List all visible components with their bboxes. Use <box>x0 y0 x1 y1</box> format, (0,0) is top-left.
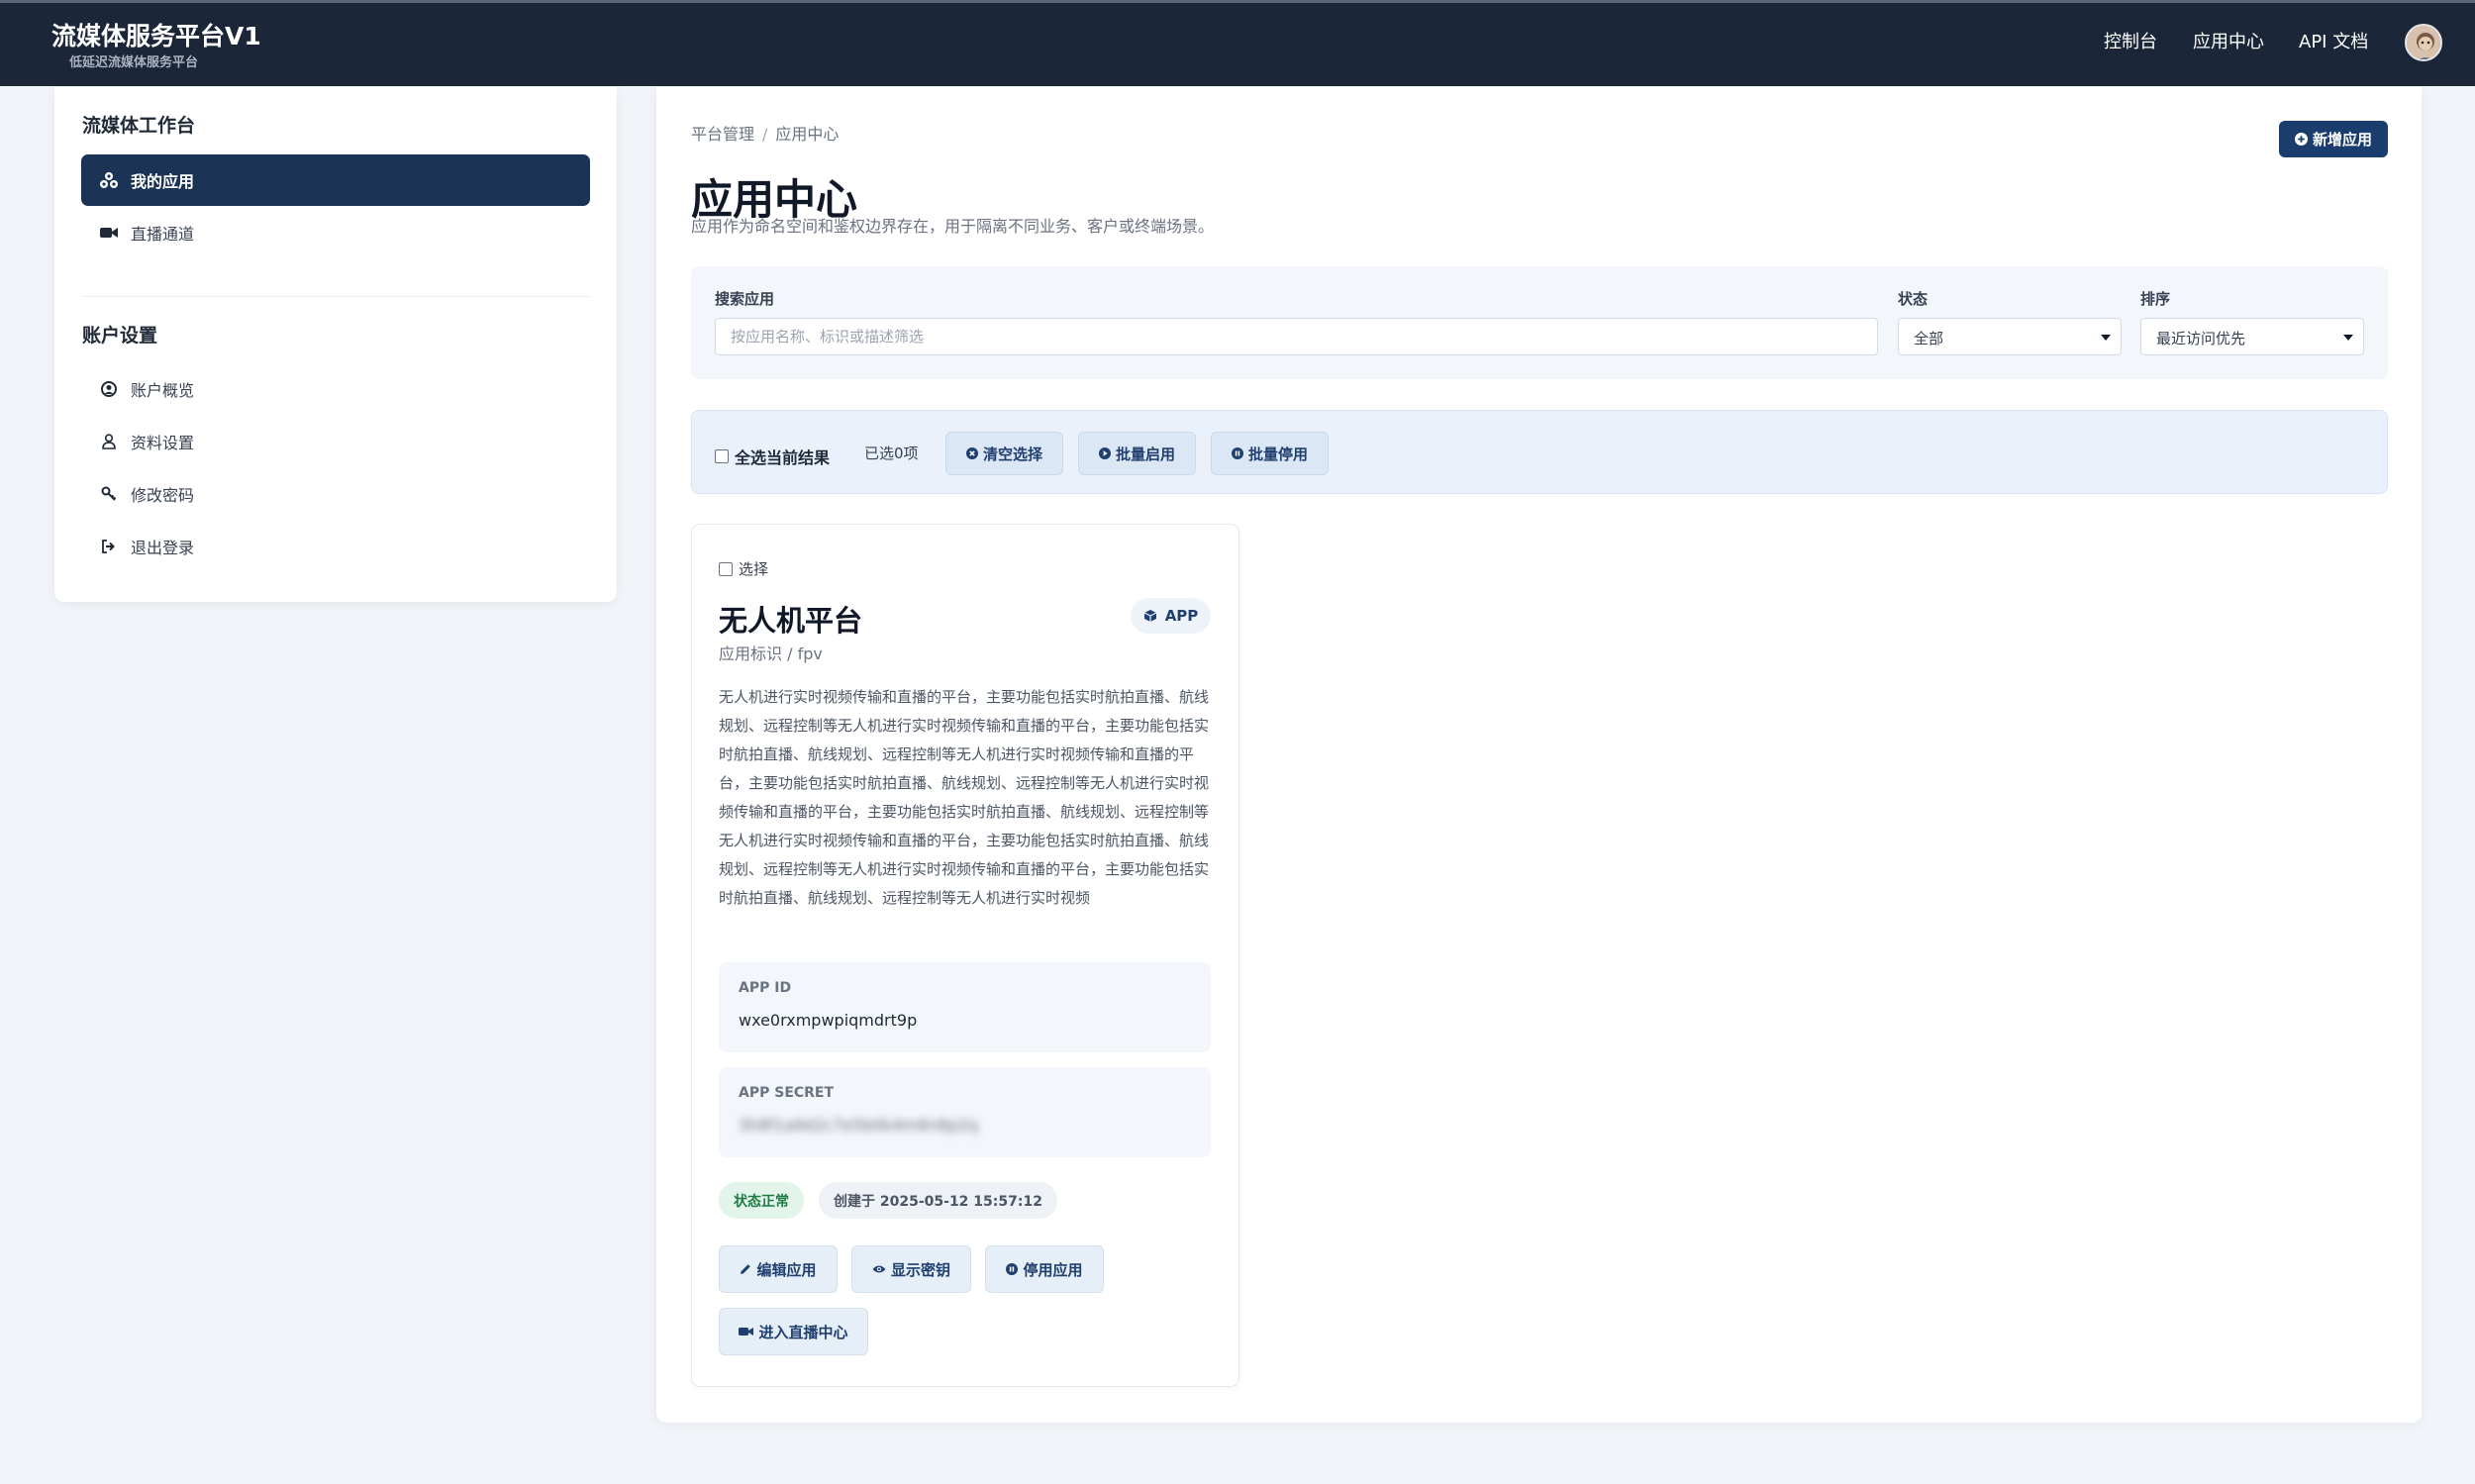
filter-panel: 搜索应用 状态 全部 排序 最近访问优先 <box>691 266 2388 379</box>
new-app-button[interactable]: 新增应用 <box>2279 121 2388 157</box>
key-icon <box>99 484 119 504</box>
new-app-button-label: 新增应用 <box>2312 131 2372 148</box>
disable-app-button[interactable]: 停用应用 <box>985 1245 1104 1293</box>
sidebar-item-label: 账户概览 <box>131 381 195 400</box>
bulk-actions-bar: 全选当前结果 已选0项 清空选择 批量启用 批量停用 <box>691 410 2388 494</box>
cube-icon <box>1143 609 1157 623</box>
breadcrumb-separator: / <box>762 125 768 144</box>
status-select[interactable]: 全部 <box>1898 318 2122 355</box>
app-id-label: APP ID <box>739 980 792 996</box>
page-description: 应用作为命名空间和鉴权边界存在，用于隔离不同业务、客户或终端场景。 <box>691 217 1215 236</box>
select-all-checkbox[interactable]: 全选当前结果 <box>715 445 830 468</box>
checkbox[interactable] <box>719 561 733 576</box>
avatar-image-icon <box>2407 26 2440 59</box>
nav-link-api-docs[interactable]: API 文档 <box>2299 28 2368 53</box>
app-description: 无人机进行实时视频传输和直播的平台，主要功能包括实时航拍直播、航线规划、远程控制… <box>719 688 1210 907</box>
clear-selection-label: 清空选择 <box>982 445 1042 463</box>
clear-selection-button[interactable]: 清空选择 <box>945 432 1063 475</box>
times-circle-icon <box>965 447 978 459</box>
user-circle-icon <box>99 379 119 399</box>
app-id-value[interactable]: wxe0rxmpwpiqmdrt9p <box>739 1011 917 1030</box>
app-select-checkbox[interactable]: 选择 <box>719 558 768 579</box>
disable-app-label: 停用应用 <box>1023 1260 1083 1279</box>
pause-circle-icon <box>1006 1263 1019 1275</box>
pause-circle-icon <box>1231 447 1243 459</box>
bulk-enable-label: 批量启用 <box>1115 445 1175 463</box>
edit-app-label: 编辑应用 <box>756 1260 817 1279</box>
user-icon <box>99 432 119 451</box>
status-label: 状态 <box>1898 290 1929 308</box>
sign-out-icon <box>99 537 119 556</box>
nav-link-console[interactable]: 控制台 <box>2104 28 2157 53</box>
app-identifier: 应用标识 / fpv <box>719 644 823 663</box>
app-type-label: APP <box>1164 607 1199 625</box>
sidebar-item-label: 退出登录 <box>131 539 195 557</box>
sidebar-item-account-overview[interactable]: 账户概览 <box>81 363 590 415</box>
sort-select-value: 最近访问优先 <box>2156 330 2246 347</box>
sidebar-divider <box>82 296 589 297</box>
app-secret-box: APP SECRET 3h8f1a9d2c7e5b0k4m6n8p2q <box>719 1067 1211 1157</box>
user-avatar[interactable] <box>2405 24 2442 61</box>
bulk-enable-button[interactable]: 批量启用 <box>1078 432 1196 475</box>
show-secret-label: 显示密钥 <box>890 1260 950 1279</box>
app-name: 无人机平台 <box>719 604 863 638</box>
chevron-down-icon <box>2101 335 2111 341</box>
show-secret-button[interactable]: 显示密钥 <box>851 1245 971 1293</box>
edit-app-button[interactable]: 编辑应用 <box>719 1245 838 1293</box>
apps-icon <box>99 170 119 190</box>
breadcrumb-item-platform[interactable]: 平台管理 <box>691 125 754 144</box>
brand-subtitle: 低延迟流媒体服务平台 <box>69 55 199 70</box>
app-type-badge: APP <box>1131 598 1211 634</box>
sidebar-item-label: 修改密码 <box>131 486 195 505</box>
sidebar-heading-account: 账户设置 <box>82 325 158 346</box>
app-card: 选择 无人机平台 APP 应用标识 / fpv 无人机进行实时视频传输和直播的平… <box>691 524 1239 1387</box>
brand-title[interactable]: 流媒体服务平台V1 <box>51 17 261 52</box>
app-id-box: APP ID wxe0rxmpwpiqmdrt9p <box>719 962 1211 1052</box>
play-circle-icon <box>1098 447 1111 459</box>
chevron-down-icon <box>2343 335 2353 341</box>
sidebar-item-live-channels[interactable]: 直播通道 <box>81 207 590 258</box>
plus-circle-icon <box>2294 133 2308 146</box>
sidebar-item-label: 我的应用 <box>131 172 195 191</box>
sidebar-item-label: 资料设置 <box>131 434 195 452</box>
status-select-value: 全部 <box>1914 330 1944 347</box>
app-secret-value: 3h8f1a9d2c7e5b0k4m6n8p2q <box>739 1116 978 1135</box>
enter-live-center-label: 进入直播中心 <box>758 1323 848 1341</box>
created-at-badge: 创建于 2025-05-12 15:57:12 <box>819 1182 1057 1219</box>
nav-link-app-center[interactable]: 应用中心 <box>2193 28 2264 53</box>
select-all-label: 全选当前结果 <box>735 448 831 467</box>
bulk-disable-button[interactable]: 批量停用 <box>1211 432 1329 475</box>
sidebar-item-my-apps[interactable]: 我的应用 <box>81 154 590 206</box>
enter-live-center-button[interactable]: 进入直播中心 <box>719 1308 868 1355</box>
app-secret-label: APP SECRET <box>739 1085 835 1101</box>
checkbox[interactable] <box>715 449 729 463</box>
main-panel: 平台管理 / 应用中心 新增应用 应用中心 应用作为命名空间和鉴权边界存在，用于隔离… <box>656 87 2422 1423</box>
sort-label: 排序 <box>2140 290 2171 308</box>
breadcrumb: 平台管理 / 应用中心 <box>691 121 839 145</box>
selected-count: 已选0项 <box>864 444 919 462</box>
pencil-icon <box>740 1263 751 1275</box>
breadcrumb-item-app-center: 应用中心 <box>775 125 840 144</box>
video-camera-icon <box>99 223 119 243</box>
sidebar-item-profile-settings[interactable]: 资料设置 <box>81 416 590 467</box>
sidebar-heading-workspace: 流媒体工作台 <box>82 115 196 137</box>
status-badge: 状态正常 <box>719 1182 804 1219</box>
search-input[interactable] <box>715 318 1878 355</box>
sort-select[interactable]: 最近访问优先 <box>2140 318 2364 355</box>
sidebar-item-logout[interactable]: 退出登录 <box>81 521 590 572</box>
eye-icon <box>872 1264 886 1274</box>
app-select-label: 选择 <box>739 560 769 578</box>
search-label: 搜索应用 <box>715 290 775 308</box>
sidebar: 流媒体工作台 我的应用 直播通道 账户设置 账户概览 资料设置 修改密码 退出登… <box>54 87 617 602</box>
bulk-disable-label: 批量停用 <box>1247 445 1308 463</box>
top-navbar: 流媒体服务平台V1 低延迟流媒体服务平台 控制台 应用中心 API 文档 <box>0 0 2475 86</box>
sidebar-item-change-password[interactable]: 修改密码 <box>81 468 590 520</box>
video-camera-icon <box>739 1327 754 1336</box>
sidebar-item-label: 直播通道 <box>131 225 195 244</box>
